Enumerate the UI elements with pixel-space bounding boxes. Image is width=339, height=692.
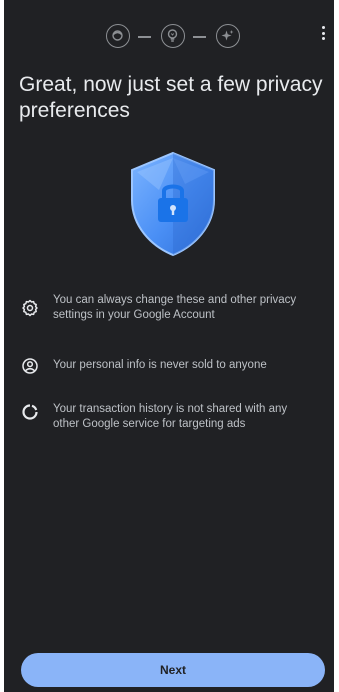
lightbulb-icon bbox=[167, 29, 178, 42]
face-icon bbox=[112, 30, 123, 41]
more-vert-icon[interactable] bbox=[320, 26, 326, 46]
sparkle-icon bbox=[221, 30, 234, 41]
settings-icon bbox=[22, 299, 38, 317]
step-connector-1 bbox=[138, 36, 151, 38]
step-1 bbox=[106, 24, 130, 48]
step-connector-2 bbox=[193, 36, 206, 38]
donut-icon bbox=[22, 404, 38, 420]
list-item-text: Your personal info is never sold to anyo… bbox=[53, 359, 267, 371]
next-button[interactable]: Next bbox=[21, 653, 325, 687]
list-item-text: You can always change these and other pr… bbox=[53, 294, 297, 321]
step-3 bbox=[216, 24, 240, 48]
list-item-text: Your transaction history is not shared w… bbox=[53, 403, 288, 430]
step-2 bbox=[161, 24, 185, 48]
account-circle-icon bbox=[22, 358, 38, 374]
shield-lock-icon bbox=[131, 151, 215, 257]
progress-stepper bbox=[4, 22, 334, 52]
screen: Great, now just set a few privacy prefer… bbox=[4, 0, 334, 692]
page-title: Great, now just set a few privacy prefer… bbox=[19, 73, 323, 122]
